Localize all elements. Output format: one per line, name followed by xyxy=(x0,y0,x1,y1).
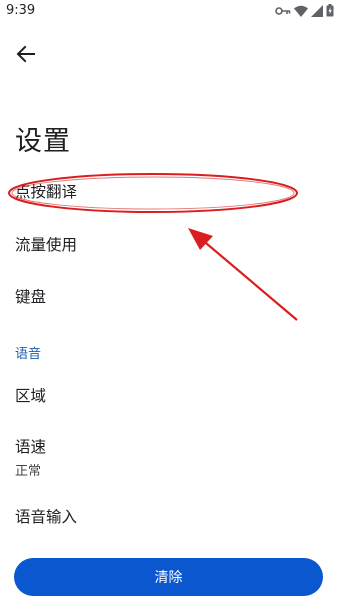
setting-item-label: 区域 xyxy=(15,387,47,405)
wifi-icon xyxy=(294,5,308,17)
status-bar: 9:39 xyxy=(0,0,338,24)
setting-item-region[interactable]: 区域 xyxy=(15,384,315,406)
battery-icon xyxy=(326,4,334,17)
status-time: 9:39 xyxy=(6,3,36,18)
setting-item-data-usage[interactable]: 流量使用 xyxy=(15,233,315,255)
signal-icon xyxy=(311,4,323,17)
arrow-left-icon xyxy=(16,45,35,63)
setting-item-label: 语音输入 xyxy=(15,508,78,526)
key-icon xyxy=(275,6,291,15)
setting-item-label: 流量使用 xyxy=(15,236,78,254)
setting-item-label: 语速 xyxy=(15,438,47,456)
setting-item-value: 正常 xyxy=(15,464,42,479)
setting-item-speech-rate[interactable]: 语速 正常 xyxy=(15,435,315,479)
section-header-voice: 语音 xyxy=(15,347,42,362)
back-button[interactable] xyxy=(12,40,40,68)
page-title: 设置 xyxy=(15,126,71,157)
status-icons xyxy=(275,4,334,17)
setting-item-keyboard[interactable]: 键盘 xyxy=(15,285,315,307)
setting-item-label: 键盘 xyxy=(15,288,47,306)
setting-item-label: 点按翻译 xyxy=(15,183,78,201)
setting-item-voice-input[interactable]: 语音输入 xyxy=(15,505,315,527)
setting-item-tap-to-translate[interactable]: 点按翻译 xyxy=(15,180,315,202)
clear-button[interactable]: 清除 xyxy=(14,558,323,596)
